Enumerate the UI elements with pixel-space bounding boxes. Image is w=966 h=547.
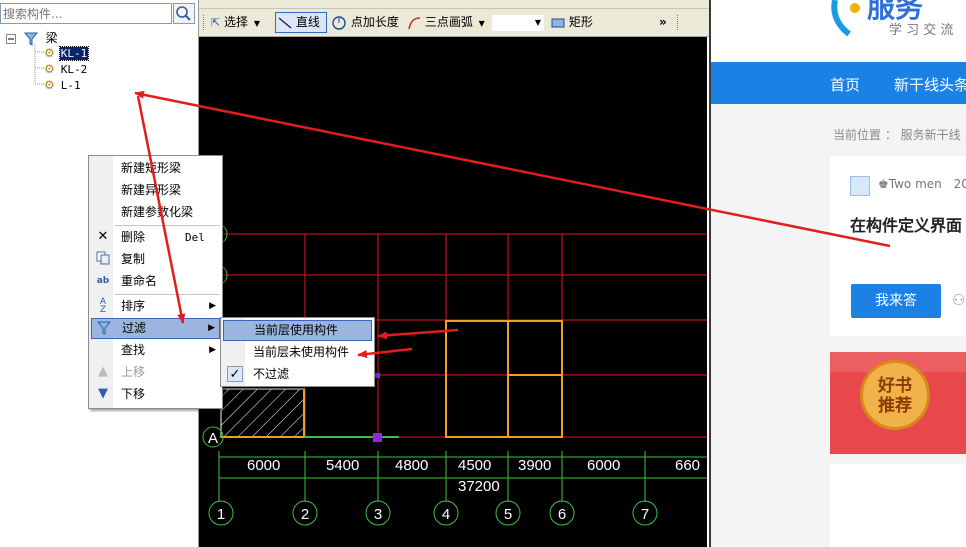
annotation-arrow (136, 95, 186, 324)
annotation-arrow (134, 90, 891, 248)
annotation-arrow (377, 328, 459, 340)
annotation-overlay (134, 90, 891, 358)
annotation-arrow (357, 347, 413, 358)
